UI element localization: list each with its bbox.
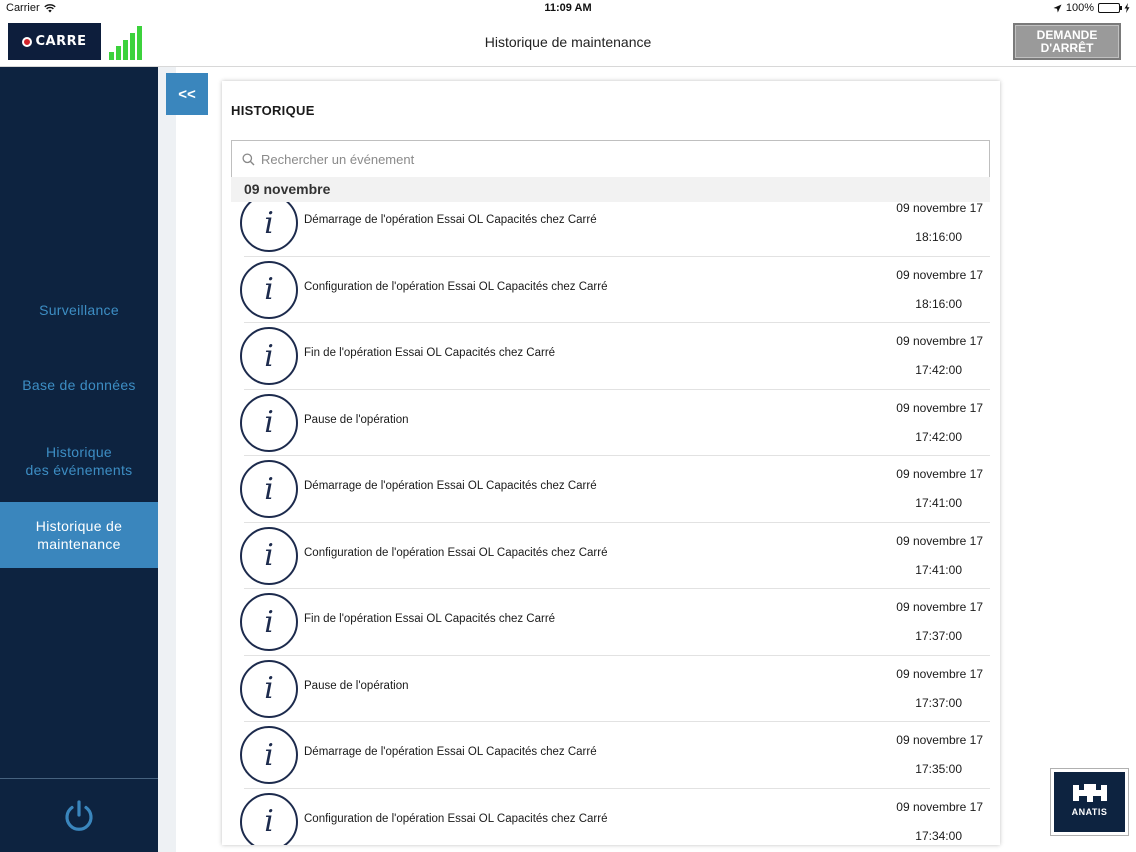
history-panel: HISTORIQUE 09 novembre i Démarrage de l'o… bbox=[222, 81, 1000, 845]
event-list[interactable]: i Démarrage de l'opération Essai OL Capac… bbox=[222, 202, 1000, 845]
info-icon: i bbox=[240, 327, 298, 385]
content-gutter bbox=[158, 67, 176, 852]
info-icon: i bbox=[240, 260, 298, 319]
battery-percent: 100% bbox=[1065, 2, 1094, 14]
event-row[interactable]: i Fin de l'opération Essai OL Capacités c… bbox=[222, 589, 1000, 656]
search-box[interactable] bbox=[231, 140, 990, 178]
sidebar-item-database[interactable]: Base de données bbox=[0, 376, 158, 394]
event-row[interactable]: i Pause de l'opération 09 novembre 17 17:42… bbox=[222, 390, 1000, 457]
power-icon[interactable] bbox=[61, 798, 97, 834]
event-description: Configuration de l'opération Essai OL Ca… bbox=[304, 280, 608, 293]
app-header: CARRE Historique de maintenance DEMANDE … bbox=[0, 17, 1136, 67]
collapse-sidebar-button[interactable]: << bbox=[166, 73, 208, 115]
sidebar-item-label: Historique bbox=[45, 444, 113, 460]
event-time: 17:42:00 bbox=[915, 429, 962, 444]
info-icon: i bbox=[240, 726, 298, 784]
info-icon: i bbox=[240, 393, 298, 452]
sidebar-item-maintenance-history[interactable]: Historique de maintenance bbox=[0, 502, 158, 568]
anatis-label: ANATIS bbox=[1071, 807, 1108, 817]
charging-bolt-icon bbox=[1124, 3, 1130, 13]
event-time: 17:41:00 bbox=[915, 562, 962, 577]
stop-request-button[interactable]: DEMANDE D'ARRÊT bbox=[1013, 23, 1121, 60]
info-icon: i bbox=[240, 202, 298, 252]
event-time: 18:16:00 bbox=[915, 230, 962, 244]
event-time: 17:34:00 bbox=[915, 828, 962, 843]
event-row[interactable]: i Configuration de l'opération Essai OL C… bbox=[222, 257, 1000, 324]
event-time: 17:37:00 bbox=[915, 695, 962, 710]
event-row[interactable]: i Configuration de l'opération Essai OL C… bbox=[222, 523, 1000, 590]
info-icon: i bbox=[240, 593, 298, 651]
info-icon: i bbox=[240, 659, 298, 718]
anatis-button[interactable]: ANATIS bbox=[1051, 769, 1128, 835]
sidebar-item-surveillance[interactable]: Surveillance bbox=[0, 301, 158, 319]
clock: 11:09 AM bbox=[544, 2, 592, 14]
event-date: 09 novembre 17 bbox=[896, 334, 983, 348]
sidebar-divider bbox=[0, 778, 158, 779]
info-icon: i bbox=[240, 526, 298, 585]
event-date: 09 novembre 17 bbox=[896, 733, 983, 747]
event-description: Pause de l'opération bbox=[304, 413, 409, 426]
status-right: 100% bbox=[1053, 2, 1130, 14]
event-date: 09 novembre 17 bbox=[896, 666, 983, 681]
event-row[interactable]: i Démarrage de l'opération Essai OL Capac… bbox=[222, 722, 1000, 789]
event-description: Démarrage de l'opération Essai OL Capaci… bbox=[304, 746, 597, 758]
event-date: 09 novembre 17 bbox=[896, 267, 983, 282]
event-date: 09 novembre 17 bbox=[896, 400, 983, 415]
event-row[interactable]: i Démarrage de l'opération Essai OL Capac… bbox=[222, 202, 1000, 257]
sidebar-item-label-line2: maintenance bbox=[37, 536, 121, 552]
sidebar-item-event-history[interactable]: Historique des événements bbox=[0, 443, 158, 479]
event-time: 18:16:00 bbox=[915, 296, 962, 311]
event-description: Configuration de l'opération Essai OL Ca… bbox=[304, 812, 608, 825]
status-bar: Carrier 11:09 AM 100% bbox=[0, 0, 1136, 17]
event-row[interactable]: i Pause de l'opération 09 novembre 17 17:37… bbox=[222, 656, 1000, 723]
event-row[interactable]: i Démarrage de l'opération Essai OL Capac… bbox=[222, 456, 1000, 523]
search-input[interactable] bbox=[261, 151, 961, 167]
event-date: 09 novembre 17 bbox=[896, 467, 983, 481]
stop-button-line2: D'ARRÊT bbox=[1040, 41, 1094, 55]
event-time: 17:37:00 bbox=[915, 629, 962, 643]
panel-title: HISTORIQUE bbox=[231, 103, 315, 118]
event-date: 09 novembre 17 bbox=[896, 799, 983, 814]
event-time: 17:42:00 bbox=[915, 363, 962, 377]
date-section-header: 09 novembre bbox=[231, 177, 990, 202]
location-arrow-icon bbox=[1053, 4, 1062, 12]
event-row[interactable]: i Configuration de l'opération Essai OL C… bbox=[222, 789, 1000, 845]
event-description: Pause de l'opération bbox=[304, 679, 409, 692]
event-description: Fin de l'opération Essai OL Capacités ch… bbox=[304, 347, 556, 359]
sidebar: Surveillance Base de données Historique … bbox=[0, 67, 158, 852]
battery-icon bbox=[1098, 3, 1122, 13]
sidebar-item-label: Base de données bbox=[22, 377, 136, 393]
machine-icon bbox=[1072, 784, 1107, 802]
app-root: Carrier 11:09 AM 100% CARRE Historique d… bbox=[0, 0, 1136, 852]
info-icon: i bbox=[240, 792, 298, 845]
event-list-inner: i Démarrage de l'opération Essai OL Capac… bbox=[222, 202, 1000, 845]
event-description: Fin de l'opération Essai OL Capacités ch… bbox=[304, 613, 556, 625]
sidebar-item-label: Historique de bbox=[35, 518, 123, 534]
event-date: 09 novembre 17 bbox=[896, 600, 983, 614]
event-description: Démarrage de l'opération Essai OL Capaci… bbox=[304, 214, 597, 226]
event-description: Configuration de l'opération Essai OL Ca… bbox=[304, 546, 608, 559]
event-date: 09 novembre 17 bbox=[896, 202, 983, 215]
sidebar-item-label-line2: des événements bbox=[25, 462, 133, 478]
event-row[interactable]: i Fin de l'opération Essai OL Capacités c… bbox=[222, 323, 1000, 390]
sidebar-item-label: Surveillance bbox=[39, 302, 119, 318]
event-date: 09 novembre 17 bbox=[896, 533, 983, 548]
event-description: Démarrage de l'opération Essai OL Capaci… bbox=[304, 480, 597, 492]
page-title: Historique de maintenance bbox=[484, 34, 652, 50]
event-time: 17:35:00 bbox=[915, 762, 962, 776]
search-icon bbox=[242, 152, 255, 165]
info-icon: i bbox=[240, 460, 298, 518]
event-time: 17:41:00 bbox=[915, 496, 962, 510]
